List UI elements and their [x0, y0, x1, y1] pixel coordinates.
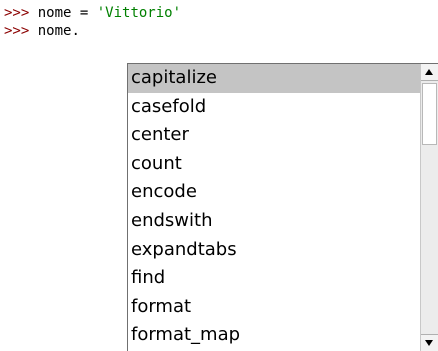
- completion-item-capitalize[interactable]: capitalize: [128, 64, 420, 93]
- completion-item-count[interactable]: count: [128, 150, 420, 179]
- autocomplete-popup[interactable]: capitalize casefold center count encode …: [127, 63, 438, 351]
- code-input[interactable]: nome.: [29, 23, 80, 39]
- shell-line-input[interactable]: >>> nome.: [4, 22, 80, 40]
- shell-prompt: >>>: [4, 23, 30, 39]
- completion-item-casefold[interactable]: casefold: [128, 93, 420, 122]
- autocomplete-scrollbar[interactable]: [420, 64, 438, 351]
- scroll-down-arrow-icon[interactable]: [421, 334, 438, 351]
- completion-item-center[interactable]: center: [128, 121, 420, 150]
- completion-item-format-map[interactable]: format_map: [128, 321, 420, 350]
- string-literal: 'Vittorio': [96, 5, 182, 21]
- shell-line-assignment: >>> nome = 'Vittorio': [4, 4, 181, 22]
- scroll-up-arrow-icon[interactable]: [421, 64, 438, 81]
- completion-item-expandtabs[interactable]: expandtabs: [128, 236, 420, 265]
- completion-item-endswith[interactable]: endswith: [128, 207, 420, 236]
- scrollbar-thumb[interactable]: [422, 83, 437, 145]
- autocomplete-list[interactable]: capitalize casefold center count encode …: [128, 64, 420, 351]
- completion-item-find[interactable]: find: [128, 264, 420, 293]
- shell-prompt: >>>: [4, 5, 30, 21]
- code-assignment: nome =: [29, 5, 97, 21]
- completion-item-encode[interactable]: encode: [128, 178, 420, 207]
- completion-item-format[interactable]: format: [128, 293, 420, 322]
